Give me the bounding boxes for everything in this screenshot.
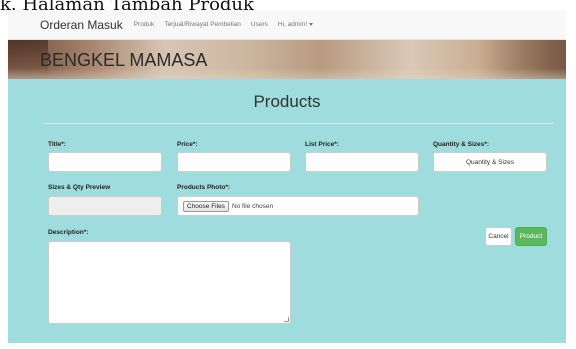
page-title: Products — [253, 92, 321, 111]
navbar-brand[interactable]: Orderan Masuk — [40, 18, 123, 32]
nav-link-users[interactable]: Users — [251, 21, 268, 28]
quantity-sizes-label: Quantity & Sizes*: — [433, 141, 489, 148]
banner-title: BENGKEL MAMASA — [40, 50, 208, 70]
list-price-label: List Price*: — [305, 141, 339, 148]
products-photo-file-input[interactable]: Choose Files No file chosen — [177, 196, 419, 216]
file-status-text: No file chosen — [231, 202, 274, 210]
sizes-preview-field — [48, 196, 162, 216]
nav-link-produk[interactable]: Produk — [134, 21, 155, 28]
caret-down-icon — [309, 23, 314, 26]
top-navbar: Orderan Masuk Produk Terjual/Riwayat Pem… — [8, 10, 566, 40]
price-input[interactable] — [177, 152, 291, 172]
title-input[interactable] — [48, 152, 162, 172]
title-label: Title*: — [48, 141, 66, 148]
cancel-button[interactable]: Cancel — [485, 227, 512, 246]
sizes-preview-label: Sizes & Qty Preview — [48, 184, 111, 191]
header-banner: BENGKEL MAMASA — [8, 40, 566, 79]
user-menu-dropdown[interactable]: Hi, admin! — [277, 21, 314, 28]
products-photo-label: Products Photo*: — [177, 184, 231, 191]
app-window: Orderan Masuk Produk Terjual/Riwayat Pem… — [8, 10, 566, 343]
user-menu-label: Hi, admin! — [277, 21, 308, 28]
resize-handle-icon[interactable] — [284, 317, 289, 322]
choose-files-button[interactable]: Choose Files — [183, 200, 229, 212]
description-textarea[interactable] — [48, 241, 291, 324]
nav-link-riwayat[interactable]: Terjual/Riwayat Pembelian — [164, 21, 241, 28]
list-price-input[interactable] — [305, 152, 419, 172]
description-label: Description*: — [48, 229, 89, 236]
quantity-sizes-button[interactable]: Quantity & Sizes — [433, 152, 547, 172]
divider — [44, 123, 554, 124]
figure-caption: k. Halaman Tambah Produk — [0, 0, 576, 10]
price-label: Price*: — [177, 141, 198, 148]
add-product-button[interactable]: Product — [515, 227, 547, 246]
